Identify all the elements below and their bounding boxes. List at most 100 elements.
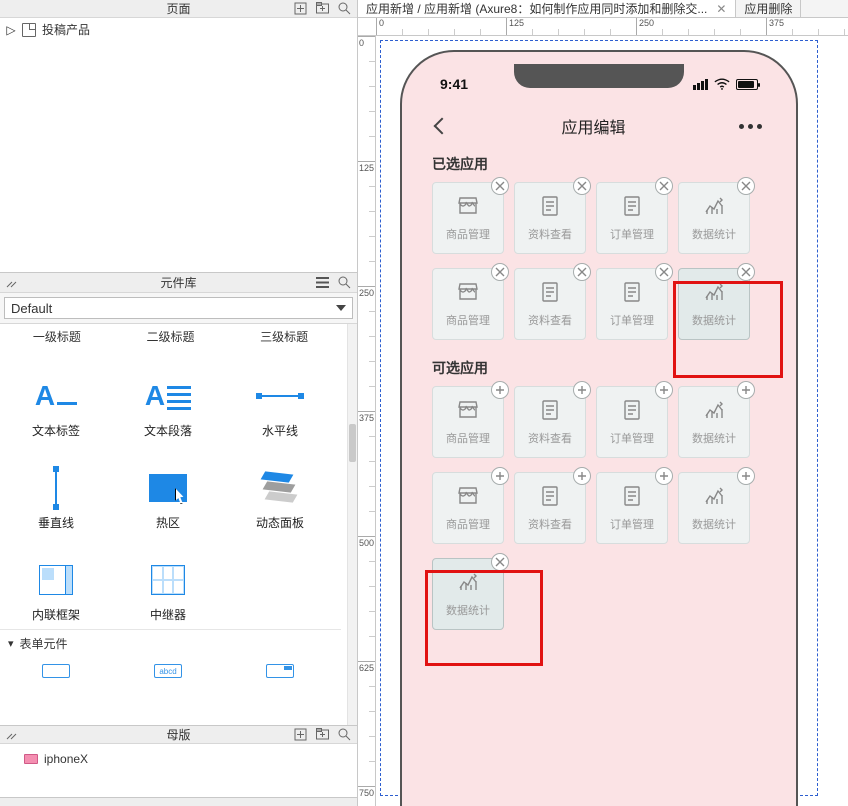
widget-text-label[interactable]: A 文本标签: [0, 353, 112, 445]
phone-notch: [514, 64, 684, 88]
search-icon[interactable]: [337, 728, 351, 742]
masters-header: 母版: [0, 726, 357, 744]
widgets-body[interactable]: 一级标题 二级标题 三级标题 A 文本标签 A 文本段落: [0, 324, 347, 725]
tab-active[interactable]: 应用新增 / 应用新增 (Axure8：如何制作应用同时添加和删除交... ✕: [358, 0, 736, 17]
app-tile[interactable]: 订单管理: [596, 386, 668, 458]
h2-label: 二级标题: [115, 328, 225, 345]
add-master-icon[interactable]: [293, 728, 307, 742]
add-badge-icon[interactable]: [737, 381, 755, 399]
app-tile[interactable]: 订单管理: [596, 182, 668, 254]
app-tile-label: 数据统计: [692, 312, 736, 328]
remove-badge-icon[interactable]: [491, 177, 509, 195]
page-tree-item[interactable]: ▷ 投稿产品: [0, 18, 357, 42]
widget-cut[interactable]: [0, 657, 112, 685]
add-badge-icon[interactable]: [491, 381, 509, 399]
search-icon[interactable]: [337, 2, 351, 16]
pages-panel: 页面 ▷ 投稿产品: [0, 0, 357, 273]
library-select[interactable]: Default: [4, 297, 353, 319]
app-tile[interactable]: 数据统计: [678, 268, 750, 340]
tab-clipped[interactable]: 应用删除: [736, 0, 801, 17]
widgets-scrollbar[interactable]: [347, 324, 357, 725]
expand-caret-icon[interactable]: ▷: [6, 25, 16, 35]
add-badge-icon[interactable]: [491, 467, 509, 485]
app-tile[interactable]: 商品管理: [432, 386, 504, 458]
remove-badge-icon[interactable]: [737, 177, 755, 195]
app-tile[interactable]: 数据统计: [678, 386, 750, 458]
widget-paragraph[interactable]: A 文本段落: [112, 353, 224, 445]
add-page-icon[interactable]: [293, 2, 307, 16]
widget-dynamic-panel[interactable]: 动态面板: [224, 445, 336, 537]
widgets-header: 元件库: [0, 273, 357, 293]
add-badge-icon[interactable]: [655, 381, 673, 399]
app-tile[interactable]: 资料查看: [514, 268, 586, 340]
chevron-down-icon: [336, 305, 346, 311]
remove-badge-icon[interactable]: [491, 263, 509, 281]
app-tile-label: 资料查看: [528, 430, 572, 446]
remove-badge-icon[interactable]: [655, 263, 673, 281]
add-badge-icon[interactable]: [573, 467, 591, 485]
app-tile[interactable]: 商品管理: [432, 472, 504, 544]
app-tile[interactable]: 数据统计: [678, 472, 750, 544]
form-section-label: 表单元件: [20, 635, 68, 652]
widget-hotspot[interactable]: 热区: [112, 445, 224, 537]
app-tile[interactable]: 商品管理: [432, 182, 504, 254]
form-widgets-section[interactable]: ▾ 表单元件: [0, 629, 341, 657]
battery-icon: [736, 79, 758, 90]
add-badge-icon[interactable]: [737, 467, 755, 485]
widget-v-line[interactable]: 垂直线: [0, 445, 112, 537]
available-grid-3: 数据统计: [432, 558, 766, 630]
app-tile[interactable]: 商品管理: [432, 268, 504, 340]
widget-lbl: 文本标签: [32, 422, 80, 439]
masters-tree[interactable]: iphoneX: [0, 744, 357, 797]
widget-lbl: 水平线: [262, 422, 298, 439]
app-tile-label: 商品管理: [446, 312, 490, 328]
pages-tree[interactable]: ▷ 投稿产品: [0, 18, 357, 272]
doc-icon: [618, 194, 646, 218]
app-tile[interactable]: 资料查看: [514, 182, 586, 254]
app-tile[interactable]: 资料查看: [514, 386, 586, 458]
remove-badge-icon[interactable]: [573, 177, 591, 195]
add-badge-icon[interactable]: [655, 467, 673, 485]
tab-label: 应用删除: [744, 0, 792, 17]
page-icon: [22, 23, 36, 37]
close-icon[interactable]: ✕: [715, 3, 727, 15]
widget-repeater[interactable]: 中继器: [112, 537, 224, 629]
app-tile[interactable]: 数据统计: [432, 558, 504, 630]
remove-badge-icon[interactable]: [655, 177, 673, 195]
wifi-icon: [714, 79, 730, 90]
store-icon: [454, 194, 482, 218]
canvas[interactable]: 9:41 应用编辑: [376, 36, 848, 806]
app-tile[interactable]: 资料查看: [514, 472, 586, 544]
app-tile[interactable]: 订单管理: [596, 472, 668, 544]
phone-screen: 9:41 应用编辑: [416, 64, 782, 806]
add-folder-icon[interactable]: [315, 728, 329, 742]
add-folder-icon[interactable]: [315, 2, 329, 16]
remove-badge-icon[interactable]: [737, 263, 755, 281]
selected-grid-2: 商品管理 资料查看订单管理数据统计: [432, 268, 766, 340]
nav-title: 应用编辑: [561, 114, 625, 138]
search-icon[interactable]: [337, 276, 351, 290]
widget-cut[interactable]: abcd: [112, 657, 224, 685]
widget-h-line[interactable]: 水平线: [224, 353, 336, 445]
remove-badge-icon[interactable]: [573, 263, 591, 281]
widget-lbl: 垂直线: [38, 514, 74, 531]
widget-cut[interactable]: [224, 657, 336, 685]
available-grid-2: 商品管理资料查看 订单管理数据统计: [432, 472, 766, 544]
nav-bar: 应用编辑: [416, 104, 782, 148]
app-tile[interactable]: 订单管理: [596, 268, 668, 340]
app-tile[interactable]: 数据统计: [678, 182, 750, 254]
phone-frame: 9:41 应用编辑: [400, 50, 798, 806]
app-tile-label: 资料查看: [528, 516, 572, 532]
widget-lbl: 动态面板: [256, 514, 304, 531]
app-tile-label: 商品管理: [446, 226, 490, 242]
doc-icon: [536, 194, 564, 218]
widget-inline-frame[interactable]: 内联框架: [0, 537, 112, 629]
app-tile-label: 数据统计: [692, 430, 736, 446]
more-button[interactable]: [739, 124, 762, 129]
menu-icon[interactable]: [315, 276, 329, 290]
ruler-vertical: 0125250375500625750: [358, 36, 376, 806]
remove-badge-icon[interactable]: [491, 553, 509, 571]
add-badge-icon[interactable]: [573, 381, 591, 399]
master-item[interactable]: iphoneX: [6, 748, 351, 770]
back-button[interactable]: [436, 115, 448, 138]
